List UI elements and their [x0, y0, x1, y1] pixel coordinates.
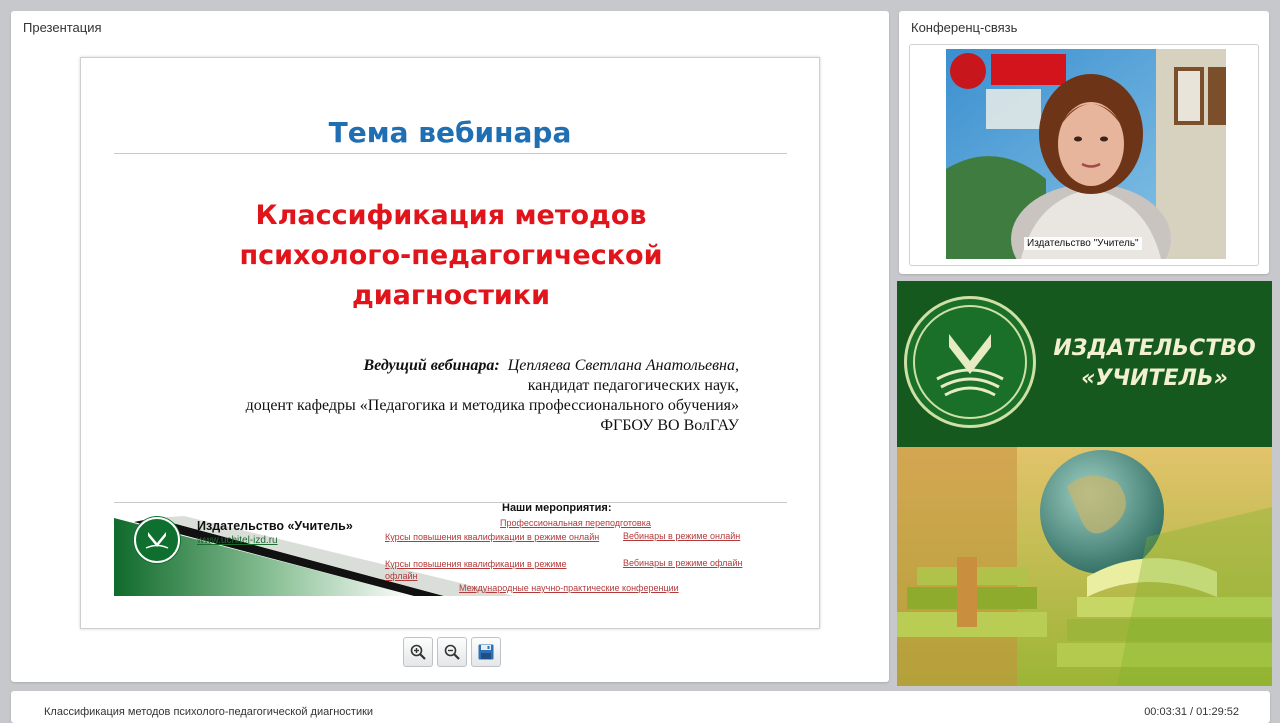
conference-panel-title: Конференц-связь	[911, 20, 1018, 35]
banner-header: ИЗДАТЕЛЬСТВО «УЧИТЕЛЬ»	[897, 281, 1272, 447]
webinar-title: Классификация методов психолого-педагоги…	[44, 706, 374, 718]
banner-logo	[904, 296, 1036, 428]
banner-line: «УЧИТЕЛЬ»	[1081, 366, 1228, 391]
presenter-degree: кандидат педагогических наук,	[527, 377, 739, 394]
topic-line: Классификация методов	[255, 200, 647, 231]
zoom-in-button[interactable]	[403, 637, 433, 667]
video-frame	[909, 44, 1259, 266]
slide-footer: Издательство «Учитель» www.uchitel-izd.r…	[114, 510, 787, 596]
conference-panel: Конференц-связь	[899, 11, 1269, 274]
banner-title: ИЗДАТЕЛЬСТВО «УЧИТЕЛЬ»	[1037, 334, 1272, 394]
bottom-status-bar: Классификация методов психолого-педагоги…	[11, 691, 1270, 723]
presentation-panel-title: Презентация	[23, 20, 102, 35]
video-caption: Издательство "Учитель"	[1024, 237, 1142, 250]
footer-divider	[114, 502, 787, 503]
books-globe-illustration	[897, 447, 1272, 686]
publisher-logo	[134, 517, 180, 563]
presenter-university: ФГБОУ ВО ВолГАУ	[600, 417, 739, 434]
topic-line: психолого-педагогической	[239, 240, 663, 271]
zoom-out-icon	[444, 644, 460, 660]
webcam-video[interactable]	[946, 49, 1226, 259]
publisher-banner[interactable]: ИЗДАТЕЛЬСТВО «УЧИТЕЛЬ»	[897, 281, 1272, 686]
book-logo-icon	[145, 532, 169, 549]
playback-time: 00:03:31 / 01:29:52	[1144, 706, 1239, 718]
banner-line: ИЗДАТЕЛЬСТВО	[1053, 336, 1256, 361]
banner-books-image	[897, 447, 1272, 686]
zoom-out-button[interactable]	[437, 637, 467, 667]
event-link[interactable]: Курсы повышения квалификации в режиме он…	[385, 531, 600, 543]
event-link[interactable]: Курсы повышения квалификации в режиме оф…	[385, 558, 600, 582]
event-link[interactable]: Международные научно-практические конфер…	[459, 583, 679, 593]
presenter-info: Ведущий вебинара: Цепляева Светлана Анат…	[139, 356, 739, 436]
zoom-in-icon	[410, 644, 426, 660]
presenter-name: Цепляева Светлана Анатольевна,	[507, 357, 739, 374]
publisher-url[interactable]: www.uchitel-izd.ru	[197, 535, 278, 546]
presentation-slide: Тема вебинара Классификация методов псих…	[80, 57, 820, 629]
presenter-label: Ведущий вебинара	[363, 357, 495, 374]
speaker-video-image	[946, 49, 1226, 259]
topic-line: диагностики	[351, 280, 551, 311]
slide-heading: Тема вебинара	[328, 116, 572, 149]
event-link[interactable]: Вебинары в режиме онлайн	[623, 531, 740, 541]
save-icon	[478, 644, 494, 660]
save-button[interactable]	[471, 637, 501, 667]
publisher-name: Издательство «Учитель»	[197, 519, 353, 533]
events-heading: Наши мероприятия:	[502, 502, 612, 514]
book-logo-icon	[936, 334, 1004, 397]
presenter-position: доцент кафедры «Педагогика и методика пр…	[245, 397, 739, 414]
event-link[interactable]: Вебинары в режиме офлайн	[623, 558, 742, 568]
slide-toolbar	[403, 637, 501, 667]
presentation-panel: Презентация Тема вебинара Классификация …	[11, 11, 889, 682]
slide-topic: Классификация методов психолого-педагоги…	[141, 196, 761, 316]
heading-divider	[114, 153, 787, 154]
event-link[interactable]: Профессиональная переподготовка	[500, 518, 651, 528]
